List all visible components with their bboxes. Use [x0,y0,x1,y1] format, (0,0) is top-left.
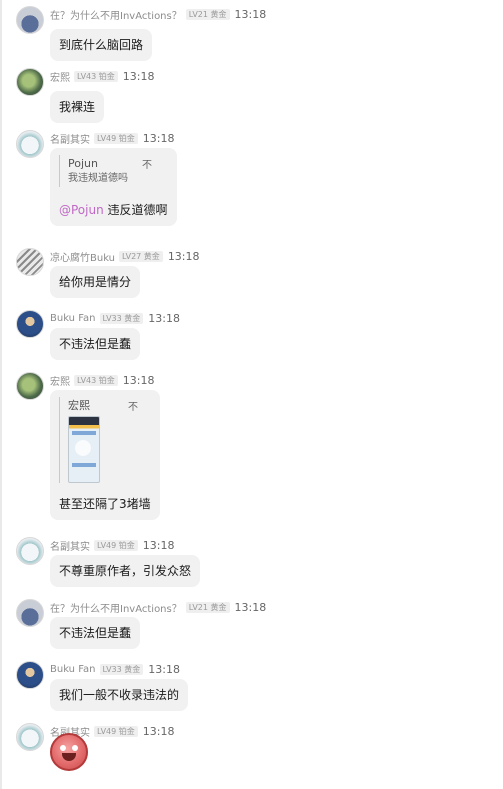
timestamp: 13:18 [122,373,155,387]
level-badge: LV27 黄金 [119,250,163,262]
play-icon [75,440,91,456]
message-bubble[interactable]: 宏熙 不 甚至还隔了3堵墙 [50,390,160,520]
message-meta: Buku Fan LV33 黄金 13:18 [50,661,180,677]
user-avatar[interactable] [16,537,44,565]
timestamp: 13:18 [167,249,200,263]
timestamp: 13:18 [142,724,175,738]
message-meta: 名副其实 LV49 铂金 13:18 [50,130,174,146]
timestamp: 13:18 [148,311,180,325]
user-avatar[interactable] [16,723,44,751]
timestamp: 13:18 [142,131,175,145]
message-text: 不尊重原作者，引发众怒 [59,564,192,578]
username[interactable]: 名副其实 [50,131,90,146]
level-badge: LV49 铂金 [94,132,138,144]
message-text: 不违法但是蠢 [59,626,132,640]
username[interactable]: 名副其实 [50,538,90,553]
timestamp: 13:18 [142,538,175,552]
message-text: 到底什么脑回路 [59,38,144,52]
username[interactable]: 在？为什么不用InvActions？ [50,600,182,615]
username[interactable]: 在？为什么不用InvActions？ [50,7,182,22]
message-bubble[interactable]: 不违法但是蠢 [50,328,141,360]
level-badge: LV43 铂金 [74,70,118,82]
timestamp: 13:18 [148,662,180,676]
message-text: 违反道德啊 [103,203,168,217]
message-text: 我们一般不收录违法的 [59,688,180,702]
quoted-text: 我违规道德吗 [68,173,128,184]
message-meta: 在？为什么不用InvActions？ LV21 黄金 13:18 [50,6,266,22]
message-bubble[interactable]: 到底什么脑回路 [50,29,153,61]
username[interactable]: 宏熙 [50,373,70,388]
smiling-face-sticker[interactable] [50,733,88,771]
message-text: 我裸连 [59,100,96,114]
thumbnail-detail [72,431,96,435]
quoted-username: Pojun [68,157,98,170]
user-avatar[interactable] [16,68,44,96]
quoted-truncated-text: 不 [128,402,138,413]
user-avatar[interactable] [16,6,44,34]
message-meta: Buku Fan LV33 黄金 13:18 [50,310,180,326]
message-meta: 宏熙 LV43 铂金 13:18 [50,68,154,84]
user-avatar[interactable] [16,599,44,627]
mention-link[interactable]: @Pojun [59,203,104,217]
username[interactable]: 凉心腐竹Buku [50,249,115,264]
reply-text: @Pojun 违反道德啊 [59,201,168,219]
thumbnail-detail [72,463,96,467]
message-text: 甚至还隔了3堵墙 [59,497,151,511]
message-bubble[interactable]: 不违法但是蠢 [50,617,141,649]
chat-message-list[interactable]: 在？为什么不用InvActions？ LV21 黄金 13:18 到底什么脑回路… [0,0,503,789]
message-meta: 在？为什么不用InvActions？ LV21 黄金 13:18 [50,599,266,615]
timestamp: 13:18 [122,69,155,83]
username[interactable]: Buku Fan [50,313,96,324]
quoted-message[interactable]: Pojun 我违规道德吗 不 [59,155,152,187]
message-meta: 宏熙 LV43 铂金 13:18 [50,372,154,388]
message-text: 给你用是情分 [59,275,132,289]
message-meta: 名副其实 LV49 铂金 13:18 [50,537,174,553]
message-meta: 凉心腐竹Buku LV27 黄金 13:18 [50,248,200,264]
message-bubble[interactable]: 不尊重原作者，引发众怒 [50,555,201,587]
level-badge: LV43 铂金 [74,374,118,386]
message-bubble[interactable]: 我们一般不收录违法的 [50,679,189,711]
level-badge: LV33 黄金 [99,312,144,324]
sticker-mouth [62,753,76,761]
level-badge: LV49 铂金 [94,539,138,551]
quoted-image-thumbnail[interactable] [68,416,100,483]
sticker-eye [60,745,66,751]
message-bubble[interactable]: Pojun 我违规道德吗 不 @Pojun 违反道德啊 [50,148,177,226]
message-bubble[interactable]: 我裸连 [50,91,105,123]
user-avatar[interactable] [16,130,44,158]
reply-text: 甚至还隔了3堵墙 [59,495,151,513]
user-avatar[interactable] [16,310,44,338]
level-badge: LV49 铂金 [94,725,138,737]
level-badge: LV21 黄金 [185,8,230,20]
user-avatar[interactable] [16,372,44,400]
message-text: 不违法但是蠢 [59,337,132,351]
level-badge: LV21 黄金 [185,601,230,613]
timestamp: 13:18 [234,7,267,21]
quoted-message[interactable]: 宏熙 不 [59,397,138,483]
user-avatar[interactable] [16,661,44,689]
user-avatar[interactable] [16,248,44,276]
quoted-truncated-text: 不 [142,160,152,171]
timestamp: 13:18 [234,600,267,614]
level-badge: LV33 黄金 [99,663,144,675]
sticker-eye [72,745,78,751]
username[interactable]: Buku Fan [50,664,96,675]
username[interactable]: 宏熙 [50,69,70,84]
message-bubble[interactable]: 给你用是情分 [50,266,141,298]
